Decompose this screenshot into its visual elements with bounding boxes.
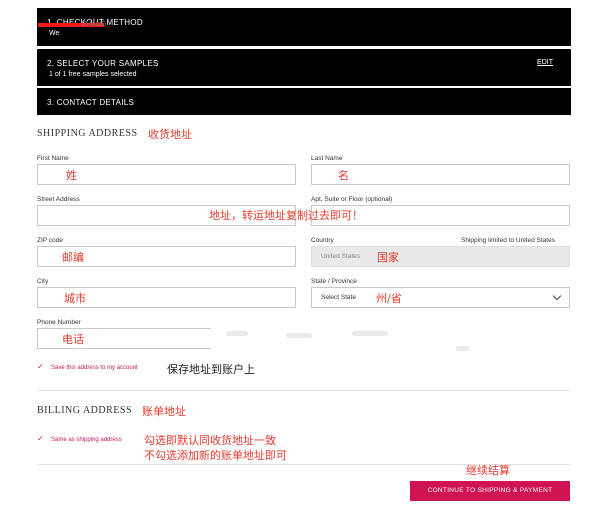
state-select[interactable]: Select State: [311, 287, 570, 308]
state-selected-value: Select State: [321, 294, 357, 301]
save-address-label: Save this address to my account: [51, 365, 138, 371]
phone-note: 电话: [62, 333, 84, 346]
city-note: 城市: [64, 292, 86, 305]
country-label: Country: [311, 237, 334, 244]
country-hint: Shipping limited to United States: [461, 237, 555, 244]
country-field: United States: [311, 246, 570, 267]
country-note: 国家: [377, 251, 399, 264]
blur-artifact: [456, 346, 470, 351]
billing-title-note: 账单地址: [142, 405, 186, 418]
blur-artifact: [226, 331, 248, 336]
last-name-note: 名: [338, 169, 349, 182]
zip-note: 邮编: [62, 251, 84, 264]
zip-label: ZIP code: [37, 237, 63, 244]
continue-note: 继续结算: [466, 464, 510, 477]
chevron-down-icon: [552, 291, 562, 301]
street-label: Street Address: [37, 196, 80, 203]
step-select-samples[interactable]: 2. SELECT YOUR SAMPLES 1 of 1 free sampl…: [37, 49, 571, 86]
state-label: State / Province: [311, 278, 357, 285]
city-label: City: [37, 278, 49, 285]
save-address-checkbox[interactable]: ✓: [37, 362, 44, 371]
save-address-note: 保存地址到账户上: [167, 363, 255, 376]
shipping-address-title: SHIPPING ADDRESS: [37, 128, 138, 139]
state-note: 州/省: [376, 292, 402, 305]
redacted-name: ZHANG: [82, 21, 107, 28]
step-2-subtitle: 1 of 1 free samples selected: [49, 71, 137, 78]
blur-artifact: [286, 333, 312, 338]
same-as-shipping-label: Same as shipping address: [51, 437, 122, 443]
step-3-title: 3. CONTACT DETAILS: [47, 98, 135, 107]
step-checkout-method[interactable]: 1. CHECKOUT METHOD We: [37, 8, 571, 46]
blur-artifact: [352, 331, 388, 336]
billing-address-title: BILLING ADDRESS: [37, 405, 133, 416]
step-2-title: 2. SELECT YOUR SAMPLES: [47, 59, 159, 68]
billing-note-line1: 勾选即默认同收货地址一致: [144, 434, 276, 447]
apt-label: Apt, Suite or Floor (optional): [311, 196, 393, 203]
first-name-note: 姓: [66, 169, 77, 182]
shipping-title-note: 收货地址: [148, 128, 192, 141]
country-value: United States: [321, 253, 361, 260]
step-1-subtitle: We: [49, 30, 60, 37]
last-name-label: Last Name: [311, 155, 343, 162]
first-name-label: First Name: [37, 155, 69, 162]
phone-label: Phone Number: [37, 319, 81, 326]
edit-samples-link[interactable]: EDIT: [537, 59, 553, 66]
billing-note-line2: 不勾选添加新的账单地址即可: [144, 449, 287, 462]
last-name-field[interactable]: [311, 164, 570, 185]
continue-to-shipping-button[interactable]: CONTINUE TO SHIPPING & PAYMENT: [410, 481, 570, 501]
same-as-shipping-checkbox[interactable]: ✓: [37, 434, 44, 443]
section-divider: [37, 390, 571, 391]
street-note: 地址，转运地址复制过去即可！: [209, 209, 363, 222]
step-contact-details[interactable]: 3. CONTACT DETAILS: [37, 88, 571, 115]
